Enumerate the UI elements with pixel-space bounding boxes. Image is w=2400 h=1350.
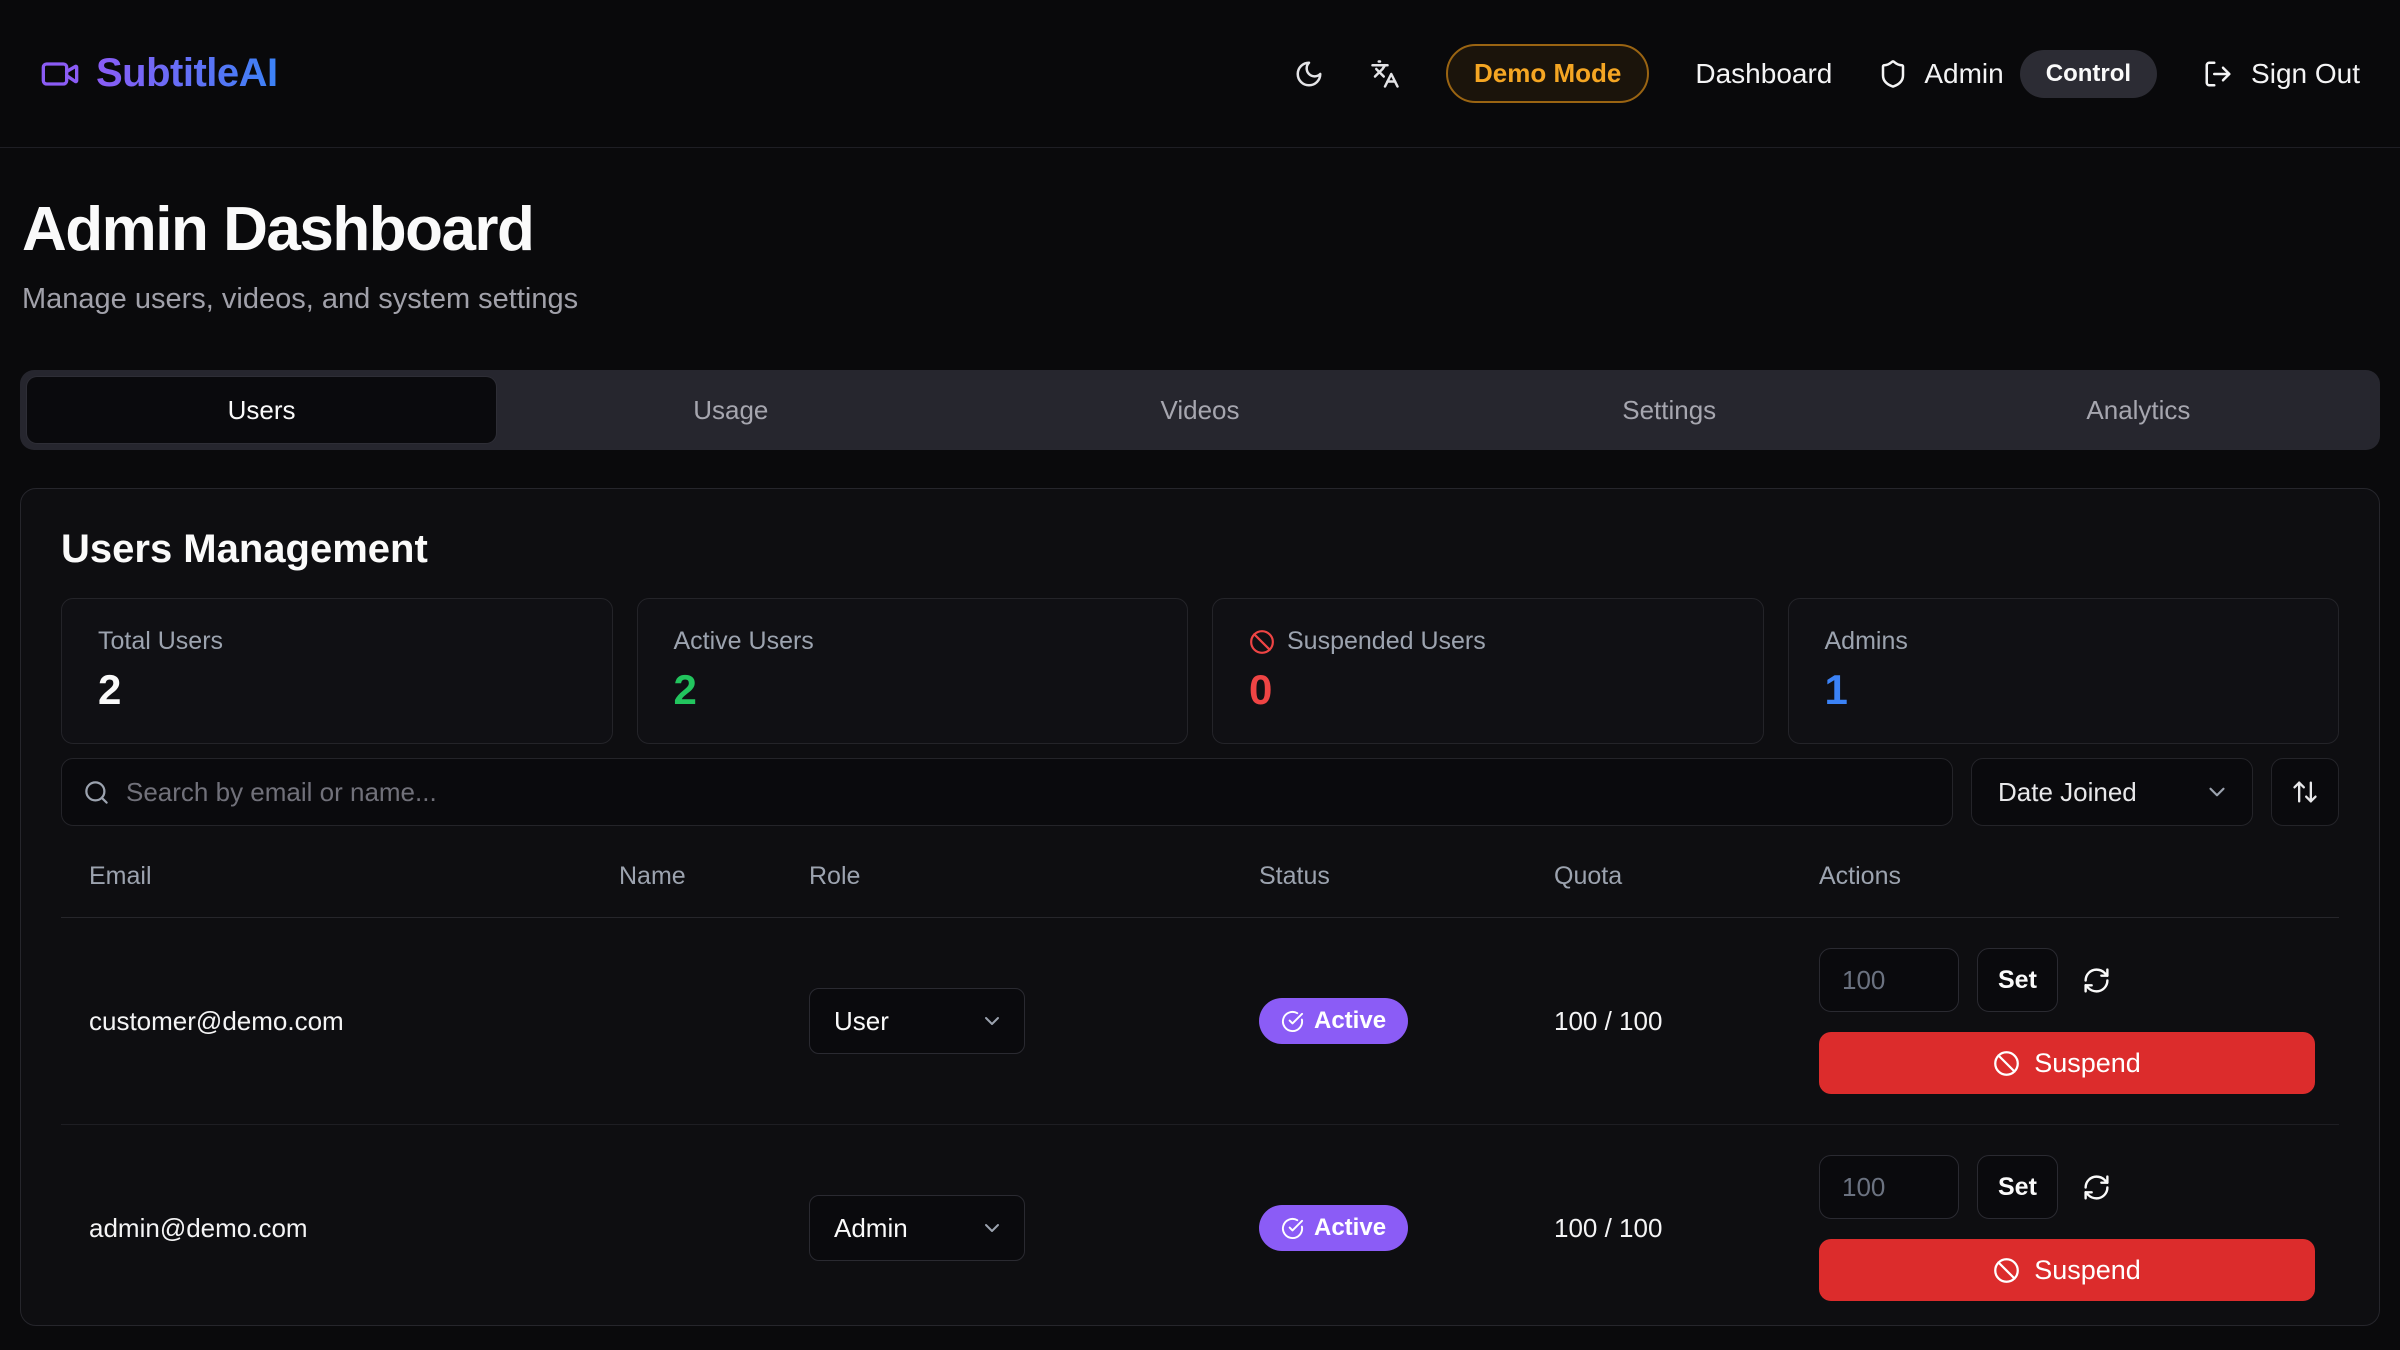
column-header-email: Email: [89, 862, 619, 891]
search-icon: [83, 779, 110, 806]
table-row: customer@demo.com User Ac: [61, 918, 2339, 1125]
shield-icon: [1878, 59, 1908, 89]
control-badge: Control: [2020, 50, 2157, 98]
chevron-down-icon: [980, 1009, 1004, 1033]
status-badge: Active: [1259, 998, 1408, 1044]
language-toggle-button[interactable]: [1370, 59, 1400, 89]
users-table: Email Name Role Status Quota Actions cus…: [61, 862, 2339, 1326]
set-quota-button[interactable]: Set: [1977, 948, 2058, 1012]
quota-input[interactable]: [1819, 1155, 1959, 1219]
ban-icon: [1993, 1050, 2020, 1077]
brand-logo[interactable]: SubtitleAI: [40, 51, 278, 96]
user-email: customer@demo.com: [89, 1006, 619, 1037]
nav-actions: Demo Mode Dashboard Admin Control Sign O…: [1294, 44, 2360, 103]
refresh-icon: [2082, 966, 2111, 995]
column-header-name: Name: [619, 862, 809, 891]
chevron-down-icon: [2204, 779, 2230, 805]
column-header-quota: Quota: [1554, 862, 1819, 891]
refresh-quota-button[interactable]: [2082, 966, 2111, 995]
column-header-actions: Actions: [1819, 862, 2315, 891]
ban-icon: [1249, 629, 1275, 655]
stat-card-admins: Admins 1: [1788, 598, 2340, 744]
row-actions: Set Suspend: [1819, 1155, 2315, 1301]
theme-toggle-button[interactable]: [1294, 59, 1324, 89]
dashboard-link[interactable]: Dashboard: [1695, 58, 1832, 90]
stats-row: Total Users 2 Active Users 2 Suspended U…: [61, 598, 2339, 744]
stat-label: Active Users: [674, 627, 1152, 656]
stat-card-suspended-users: Suspended Users 0: [1212, 598, 1764, 744]
column-header-role: Role: [809, 862, 1259, 891]
arrow-up-down-icon: [2291, 778, 2319, 806]
role-select[interactable]: Admin: [809, 1195, 1025, 1261]
page-subtitle: Manage users, videos, and system setting…: [20, 283, 2380, 316]
panel-title: Users Management: [61, 527, 2339, 572]
tab-analytics[interactable]: Analytics: [1904, 377, 2373, 443]
refresh-quota-button[interactable]: [2082, 1173, 2111, 1202]
admin-label: Admin: [1924, 58, 2003, 90]
stat-value: 0: [1249, 666, 1727, 714]
table-controls: Date Joined: [61, 758, 2339, 826]
column-header-status: Status: [1259, 862, 1554, 891]
suspend-user-button[interactable]: Suspend: [1819, 1239, 2315, 1301]
search-box: [61, 758, 1953, 826]
status-badge: Active: [1259, 1205, 1408, 1251]
sort-by-select[interactable]: Date Joined: [1971, 758, 2253, 826]
stat-card-active-users: Active Users 2: [637, 598, 1189, 744]
table-header: Email Name Role Status Quota Actions: [61, 862, 2339, 918]
admin-role-indicator: Admin Control: [1878, 50, 2157, 98]
quota-input[interactable]: [1819, 948, 1959, 1012]
moon-icon: [1294, 59, 1324, 89]
suspend-label: Suspend: [2034, 1048, 2141, 1079]
stat-card-total-users: Total Users 2: [61, 598, 613, 744]
stat-label: Total Users: [98, 627, 576, 656]
demo-mode-badge: Demo Mode: [1446, 44, 1649, 103]
row-actions: Set Suspend: [1819, 948, 2315, 1094]
page-title: Admin Dashboard: [20, 194, 2380, 265]
stat-value: 2: [98, 666, 576, 714]
sign-out-button[interactable]: Sign Out: [2203, 58, 2360, 90]
brand-name: SubtitleAI: [96, 51, 278, 96]
refresh-icon: [2082, 1173, 2111, 1202]
stat-label: Suspended Users: [1287, 627, 1486, 656]
tab-users[interactable]: Users: [27, 377, 496, 443]
status-label: Active: [1314, 1214, 1386, 1242]
search-input[interactable]: [61, 758, 1953, 826]
ban-icon: [1993, 1257, 2020, 1284]
sort-by-value: Date Joined: [1998, 777, 2137, 808]
circle-check-icon: [1281, 1010, 1304, 1033]
suspend-user-button[interactable]: Suspend: [1819, 1032, 2315, 1094]
role-value: Admin: [834, 1213, 908, 1244]
stat-value: 1: [1825, 666, 2303, 714]
stat-label: Admins: [1825, 627, 2303, 656]
sign-out-label: Sign Out: [2251, 58, 2360, 90]
chevron-down-icon: [980, 1216, 1004, 1240]
top-nav: SubtitleAI Demo Mode Dashboard Admin Con…: [0, 0, 2400, 148]
video-camera-icon: [40, 54, 80, 94]
user-email: admin@demo.com: [89, 1213, 619, 1244]
tab-bar: Users Usage Videos Settings Analytics: [20, 370, 2380, 450]
tab-videos[interactable]: Videos: [965, 377, 1434, 443]
users-management-panel: Users Management Total Users 2 Active Us…: [20, 488, 2380, 1326]
status-label: Active: [1314, 1007, 1386, 1035]
stat-value: 2: [674, 666, 1152, 714]
suspend-label: Suspend: [2034, 1255, 2141, 1286]
circle-check-icon: [1281, 1217, 1304, 1240]
tab-usage[interactable]: Usage: [496, 377, 965, 443]
role-select[interactable]: User: [809, 988, 1025, 1054]
sort-direction-button[interactable]: [2271, 758, 2339, 826]
set-quota-button[interactable]: Set: [1977, 1155, 2058, 1219]
tab-settings[interactable]: Settings: [1435, 377, 1904, 443]
table-row: admin@demo.com Admin Acti: [61, 1125, 2339, 1326]
languages-icon: [1370, 59, 1400, 89]
log-out-icon: [2203, 59, 2233, 89]
role-value: User: [834, 1006, 889, 1037]
main-content: Admin Dashboard Manage users, videos, an…: [0, 194, 2400, 1326]
quota-value: 100 / 100: [1554, 1213, 1819, 1244]
quota-value: 100 / 100: [1554, 1006, 1819, 1037]
